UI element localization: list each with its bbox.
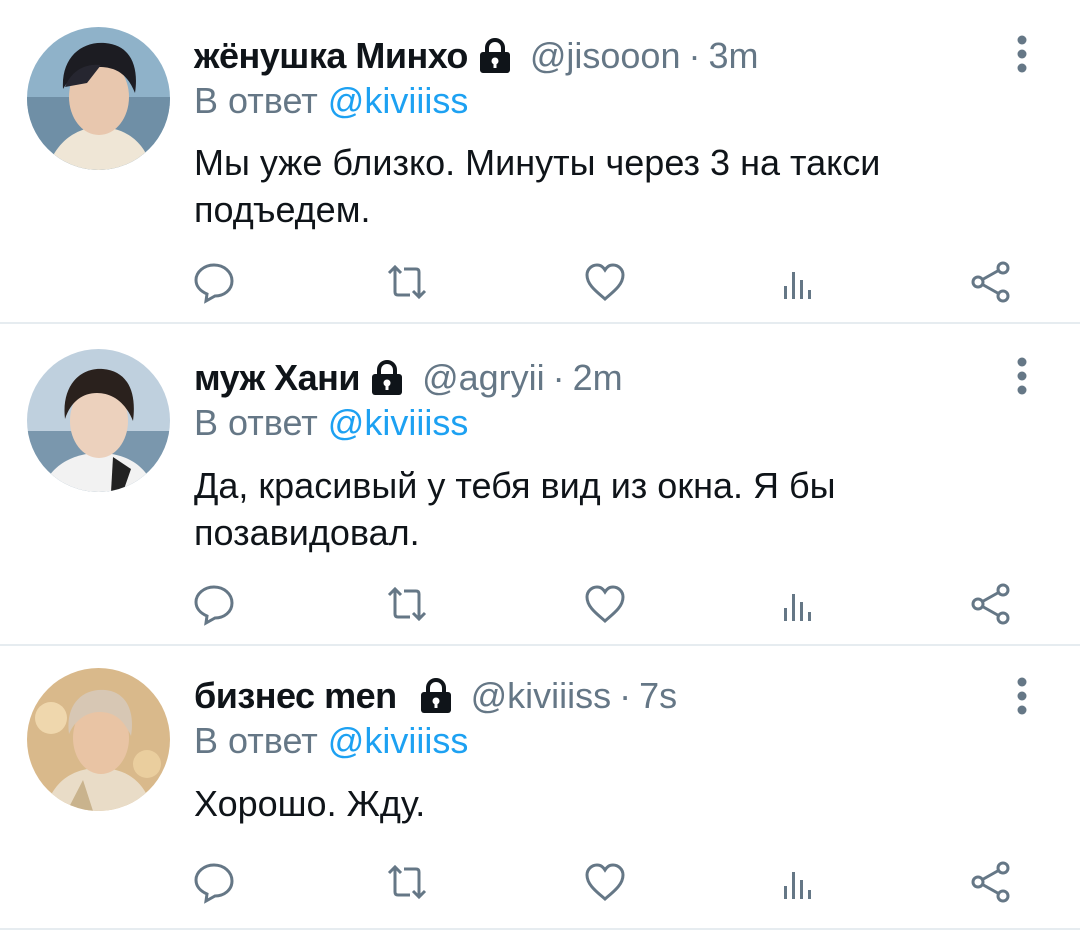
separator-dot: · xyxy=(619,675,632,716)
timestamp[interactable]: 2m xyxy=(573,357,623,399)
username-handle[interactable]: @agryii xyxy=(422,357,545,399)
tweet[interactable]: муж Хани @agryii · 2m В ответ @kiviiiss … xyxy=(0,324,1080,646)
analytics-bars-icon[interactable] xyxy=(777,582,821,626)
tweet[interactable]: жёнушка Минхо @jisooon · 3m В ответ @kiv… xyxy=(0,0,1080,324)
tweet[interactable]: бизнес men @kiviiiss · 7s В ответ @kivii… xyxy=(0,646,1080,930)
reply-mention-link[interactable]: @kiviiiss xyxy=(328,720,469,761)
retweet-icon[interactable] xyxy=(385,860,429,904)
retweet-icon[interactable] xyxy=(385,582,429,626)
reply-mention-link[interactable]: @kiviiiss xyxy=(328,402,469,443)
retweet-icon[interactable] xyxy=(385,260,429,304)
heart-icon[interactable] xyxy=(583,860,627,904)
tweet-actions xyxy=(192,582,1022,626)
lock-icon xyxy=(478,37,512,74)
timestamp[interactable]: 7s xyxy=(639,675,677,717)
reply-bubble-icon[interactable] xyxy=(192,582,236,626)
reply-mention-link[interactable]: @kiviiiss xyxy=(328,80,469,121)
timestamp[interactable]: 3m xyxy=(708,35,758,77)
display-name[interactable]: муж Хани xyxy=(194,357,361,399)
analytics-bars-icon[interactable] xyxy=(777,860,821,904)
more-vertical-icon[interactable] xyxy=(1004,676,1040,716)
display-name[interactable]: жёнушка Минхо xyxy=(194,35,468,77)
tweet-text: Да, красивый у тебя вид из окна. Я бы по… xyxy=(194,465,836,553)
heart-icon[interactable] xyxy=(583,260,627,304)
more-vertical-icon[interactable] xyxy=(1004,356,1040,396)
reply-bubble-icon[interactable] xyxy=(192,260,236,304)
username-handle[interactable]: @kiviiiss xyxy=(471,675,612,717)
reply-bubble-icon[interactable] xyxy=(192,860,236,904)
reply-context: В ответ @kiviiiss xyxy=(194,720,468,762)
share-icon[interactable] xyxy=(969,860,1013,904)
tweet-header: жёнушка Минхо @jisooon · 3m xyxy=(194,32,759,80)
analytics-bars-icon[interactable] xyxy=(777,260,821,304)
reply-context: В ответ @kiviiiss xyxy=(194,402,468,444)
avatar[interactable] xyxy=(27,668,170,811)
tweet-header: бизнес men @kiviiiss · 7s xyxy=(194,672,677,720)
lock-icon xyxy=(370,359,404,396)
avatar[interactable] xyxy=(27,349,170,492)
separator-dot: · xyxy=(552,357,565,398)
reply-context: В ответ @kiviiiss xyxy=(194,80,468,122)
tweet-actions xyxy=(192,260,1022,304)
avatar[interactable] xyxy=(27,27,170,170)
separator-dot: · xyxy=(688,35,701,76)
username-handle[interactable]: @jisooon xyxy=(530,35,681,77)
reply-prefix: В ответ xyxy=(194,402,318,443)
lock-icon xyxy=(419,677,453,714)
tweet-actions xyxy=(192,860,1022,904)
share-icon[interactable] xyxy=(969,582,1013,626)
share-icon[interactable] xyxy=(969,260,1013,304)
reply-prefix: В ответ xyxy=(194,720,318,761)
tweet-header: муж Хани @agryii · 2m xyxy=(194,354,623,402)
display-name[interactable]: бизнес men xyxy=(194,675,397,717)
more-vertical-icon[interactable] xyxy=(1004,34,1040,74)
timeline-feed: жёнушка Минхо @jisooon · 3m В ответ @kiv… xyxy=(0,0,1080,930)
heart-icon[interactable] xyxy=(583,582,627,626)
tweet-text: Хорошо. Жду. xyxy=(194,783,426,824)
reply-prefix: В ответ xyxy=(194,80,318,121)
tweet-text: Мы уже близко. Минуты через 3 на такси п… xyxy=(194,142,881,230)
